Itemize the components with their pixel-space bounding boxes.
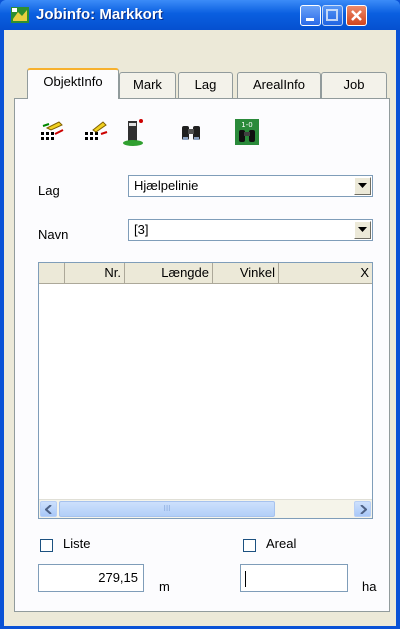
column-header-vinkel[interactable]: Vinkel [213, 263, 279, 283]
tab-objektinfo[interactable]: ObjektInfo [27, 68, 119, 99]
tab-arealinfo[interactable]: ArealInfo [237, 72, 321, 98]
tab-mark[interactable]: Mark [119, 72, 176, 98]
liste-label: Liste [63, 536, 91, 551]
search-numbered-icon: 1-0 [235, 119, 259, 145]
maximize-icon [326, 9, 338, 21]
column-header-laengde[interactable]: Længde [125, 263, 213, 283]
app-icon [11, 7, 29, 23]
lag-label: Lag [38, 183, 60, 198]
close-button[interactable] [346, 5, 367, 26]
table-header: Nr. Længde Vinkel X [39, 263, 372, 284]
column-header-nr[interactable]: Nr. [65, 263, 125, 283]
edit-points-button[interactable] [38, 115, 68, 149]
area-field[interactable] [240, 564, 348, 592]
edit-list-button[interactable] [82, 115, 112, 149]
lag-select-value: Hjælpelinie [134, 178, 199, 193]
length-unit: m [159, 579, 170, 594]
liste-checkbox[interactable] [40, 539, 53, 552]
minimize-icon [306, 18, 314, 21]
lag-dropdown-button[interactable] [354, 177, 371, 195]
binoculars-button[interactable] [176, 115, 206, 149]
scroll-right-button[interactable] [354, 501, 371, 517]
survey-point-button[interactable] [118, 115, 148, 149]
svg-text:1-0: 1-0 [241, 121, 252, 129]
column-header-blank[interactable] [39, 263, 65, 283]
chevron-down-icon [358, 227, 367, 232]
chevron-left-icon [44, 504, 52, 514]
areal-checkbox[interactable] [243, 539, 256, 552]
chevron-down-icon [358, 183, 367, 188]
window-title: Jobinfo: Markkort [36, 6, 163, 23]
length-field[interactable]: 279,15 [38, 564, 144, 592]
text-cursor [245, 570, 246, 587]
edit-list-icon [85, 121, 108, 140]
survey-point-icon [123, 119, 143, 146]
navn-select[interactable]: [3] [128, 219, 373, 241]
navn-select-value: [3] [134, 222, 149, 237]
lag-select[interactable]: Hjælpelinie [128, 175, 373, 197]
edit-points-icon [41, 121, 64, 140]
scroll-left-button[interactable] [40, 501, 57, 517]
scrollbar-thumb[interactable]: III [59, 501, 275, 517]
horizontal-scrollbar[interactable]: III [39, 499, 372, 518]
chevron-right-icon [359, 504, 367, 514]
object-table[interactable]: Nr. Længde Vinkel X III [38, 262, 373, 519]
title-bar[interactable]: Jobinfo: Markkort [0, 0, 400, 30]
minimize-button[interactable] [300, 5, 321, 26]
maximize-button[interactable] [322, 5, 343, 26]
navn-label: Navn [38, 227, 69, 242]
tab-lag[interactable]: Lag [178, 72, 233, 98]
binoculars-icon [182, 126, 200, 140]
area-unit: ha [362, 579, 377, 594]
close-icon [351, 10, 362, 21]
tab-job[interactable]: Job [321, 72, 387, 98]
navn-dropdown-button[interactable] [354, 221, 371, 239]
search-numbered-button[interactable]: 1-0 [232, 115, 262, 149]
column-header-x[interactable]: X [279, 263, 372, 283]
areal-label: Areal [266, 536, 297, 551]
